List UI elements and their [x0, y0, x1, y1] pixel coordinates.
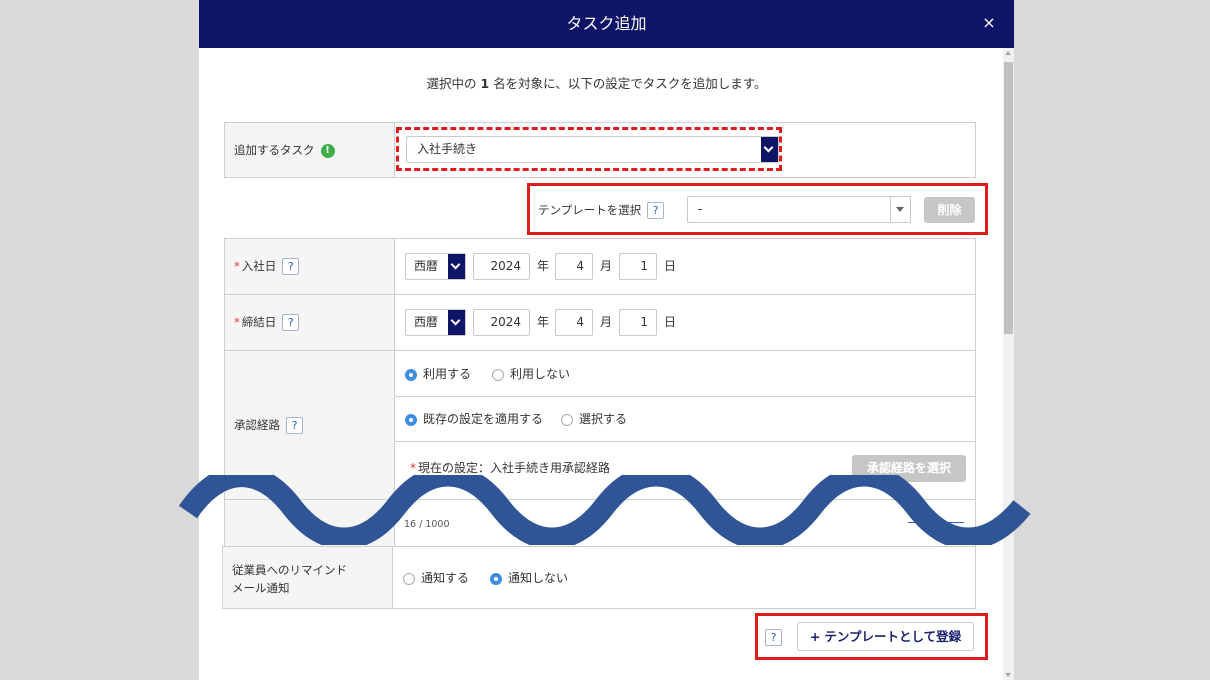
- reminder-label-cell: 従業員へのリマインド メール通知: [223, 547, 393, 608]
- approval-divider-2: [395, 441, 975, 442]
- reminder-row: 従業員へのリマインド メール通知 通知する 通知しない: [222, 546, 976, 609]
- contract-month-input[interactable]: 4: [555, 309, 593, 336]
- join-era-select[interactable]: 西暦: [405, 253, 466, 280]
- join-date-label-cell: * 入社日?: [225, 239, 395, 294]
- approval-choose-radio[interactable]: 選択する: [561, 412, 627, 426]
- contract-year-input[interactable]: 2024: [473, 309, 530, 336]
- approval-current-setting: * 現在の設定：入社手続き用承認経路: [410, 461, 611, 475]
- reminder-label-line2: メール通知: [232, 581, 290, 595]
- omission-wave: [178, 475, 1031, 545]
- scroll-thumb[interactable]: [1004, 62, 1013, 334]
- task-label-cell: 追加するタスク!: [225, 123, 395, 177]
- intro-text: 選択中の 1 名を対象に、以下の設定でタスクを追加します。: [426, 76, 767, 91]
- highlight-task-select: [396, 127, 782, 171]
- help-icon[interactable]: ?: [282, 314, 300, 331]
- highlight-template-area: [527, 183, 988, 235]
- contract-era-select[interactable]: 西暦: [405, 309, 466, 336]
- join-date-row: * 入社日? 西暦 2024 年 4 月 1 日: [224, 238, 976, 295]
- dialog-scrollbar[interactable]: [1003, 48, 1014, 680]
- task-label: 追加するタスク: [234, 143, 315, 157]
- join-date-label: 入社日: [241, 259, 277, 273]
- day-unit: 日: [664, 259, 677, 273]
- approval-divider-1: [395, 396, 975, 397]
- contract-date-row: * 締結日? 西暦 2024 年 4 月 1 日: [224, 294, 976, 351]
- year-unit: 年: [537, 315, 550, 329]
- scroll-up-icon[interactable]: [1005, 51, 1011, 55]
- year-unit: 年: [537, 259, 550, 273]
- highlight-register-button: [755, 613, 988, 660]
- contract-day-input[interactable]: 1: [619, 309, 657, 336]
- help-icon[interactable]: ?: [282, 258, 300, 275]
- chevron-down-icon: [448, 254, 465, 279]
- approval-label: 承認経路: [234, 418, 280, 432]
- approval-nouse-radio[interactable]: 利用しない: [492, 367, 570, 381]
- dialog-title: タスク追加: [566, 14, 647, 33]
- contract-date-label-cell: * 締結日?: [225, 295, 395, 350]
- month-unit: 月: [600, 315, 613, 329]
- dialog-header: タスク追加 ×: [199, 0, 1014, 48]
- day-unit: 日: [664, 315, 677, 329]
- help-icon[interactable]: ?: [286, 417, 303, 434]
- join-day-input[interactable]: 1: [619, 253, 657, 280]
- scroll-down-icon[interactable]: [1005, 673, 1011, 677]
- month-unit: 月: [600, 259, 613, 273]
- task-add-dialog: タスク追加 × 選択中の 1 名を対象に、以下の設定でタスクを追加します。 追加…: [199, 0, 1014, 680]
- approval-use-radio[interactable]: 利用する: [405, 367, 471, 381]
- contract-date-label: 締結日: [241, 315, 277, 329]
- approval-apply-radio[interactable]: 既存の設定を適用する: [405, 412, 543, 426]
- selected-count: 1: [480, 76, 490, 91]
- join-month-input[interactable]: 4: [555, 253, 593, 280]
- reminder-label-line1: 従業員へのリマインド: [232, 563, 347, 577]
- reminder-notify-radio[interactable]: 通知する: [403, 571, 469, 585]
- close-icon[interactable]: ×: [976, 10, 1002, 36]
- chevron-down-icon: [448, 310, 465, 335]
- reminder-no-notify-radio[interactable]: 通知しない: [490, 571, 568, 585]
- info-icon: !: [320, 143, 335, 158]
- join-year-input[interactable]: 2024: [473, 253, 530, 280]
